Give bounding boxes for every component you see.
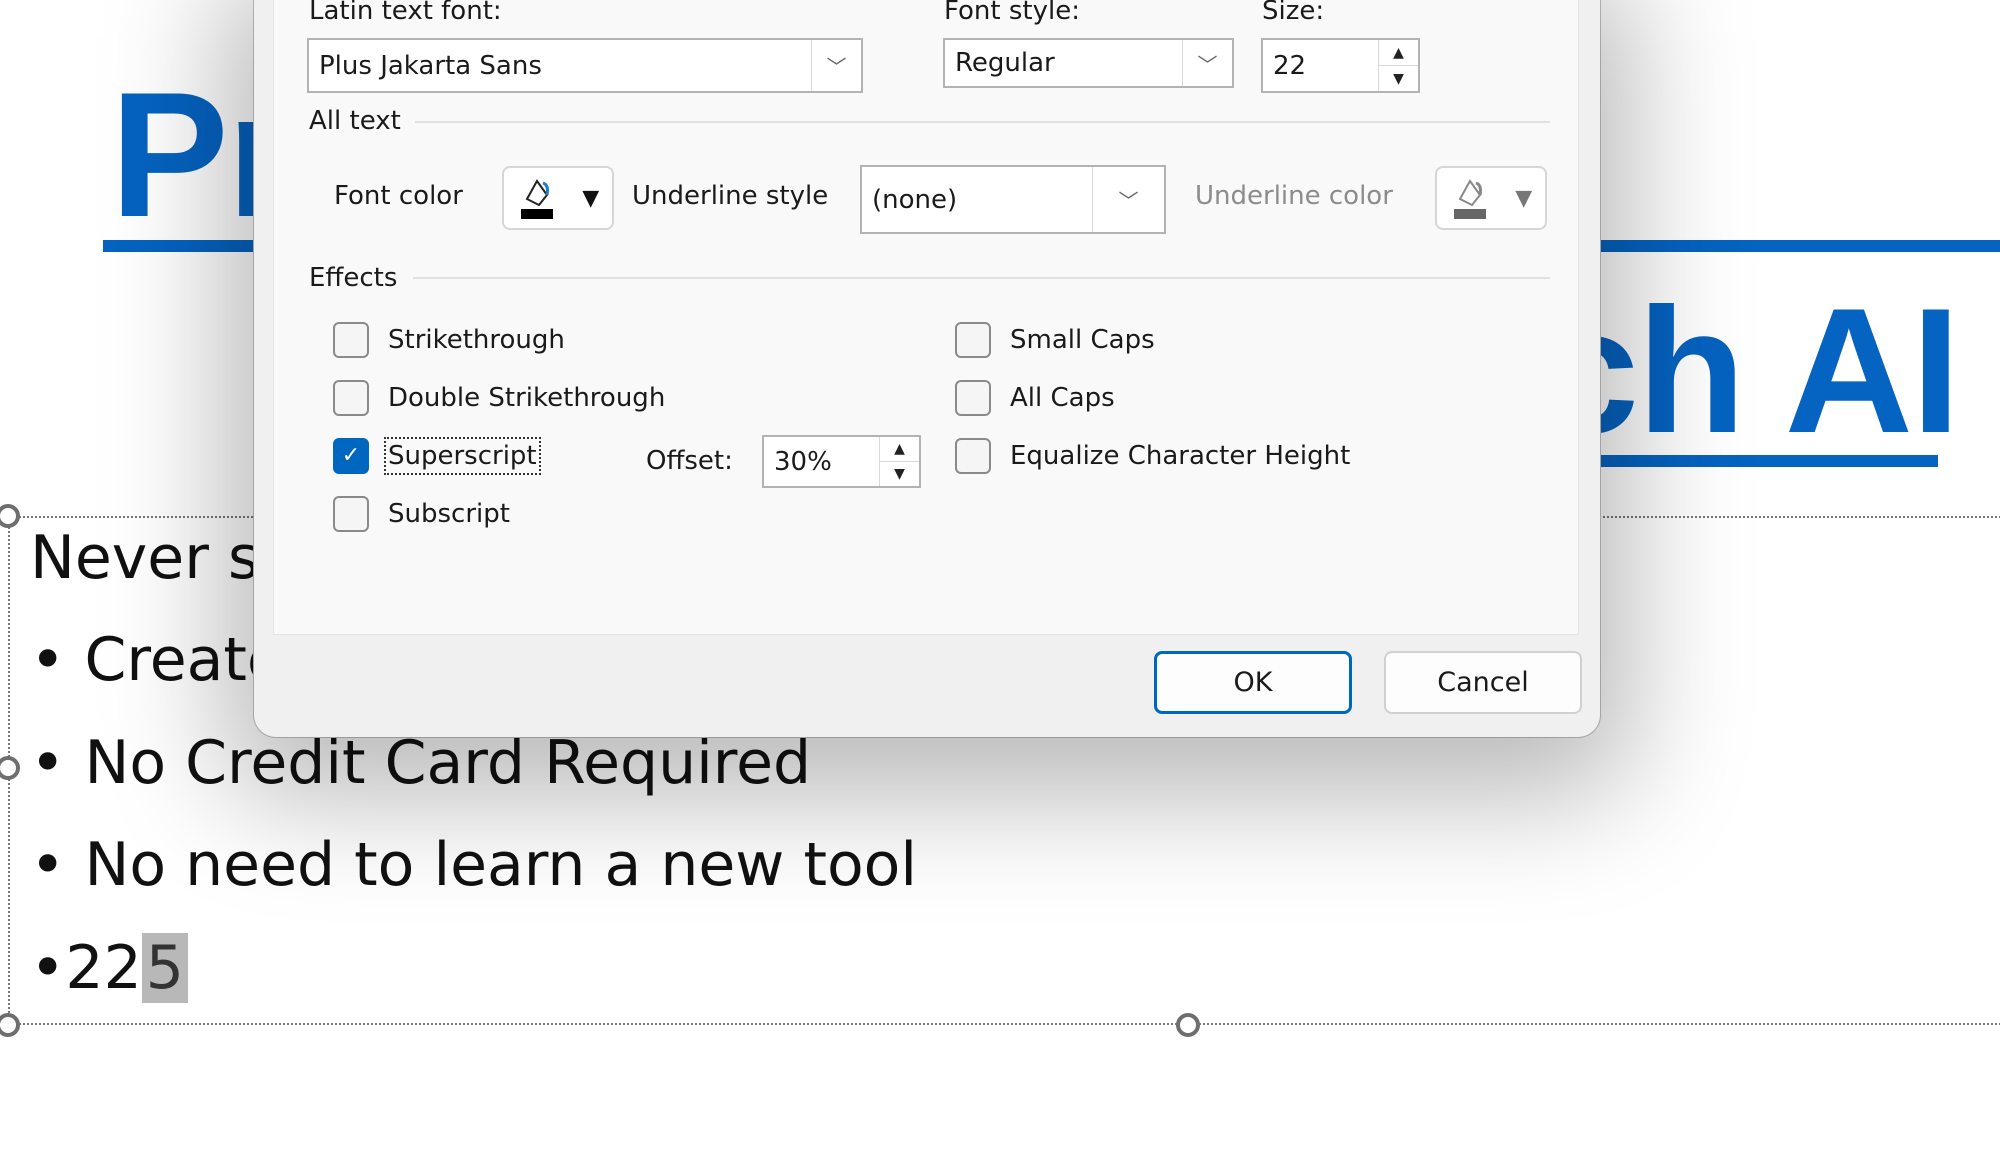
latin-font-value[interactable]: Plus Jakarta Sans <box>309 51 811 81</box>
subscript-label[interactable]: Subscript <box>388 499 510 529</box>
superscript-label[interactable]: Superscript <box>384 437 541 475</box>
chevron-down-icon[interactable]: ﹀ <box>811 40 861 91</box>
underline-color-button[interactable]: ▼ <box>1435 166 1547 230</box>
offset-label: Offset: <box>646 446 733 476</box>
spin-up-icon[interactable]: ▲ <box>1379 40 1418 66</box>
title-underline-2 <box>1590 455 1938 467</box>
body-line: Never st <box>30 523 283 593</box>
equalize-character-height-label[interactable]: Equalize Character Height <box>1010 441 1350 471</box>
all-text-heading: All text <box>309 106 401 136</box>
latin-font-combo[interactable]: Plus Jakarta Sans ﹀ <box>307 38 863 93</box>
dropdown-triangle-icon: ▼ <box>1515 185 1533 211</box>
paint-bucket-icon <box>520 179 553 219</box>
divider <box>413 277 1550 279</box>
strikethrough-label[interactable]: Strikethrough <box>388 325 565 355</box>
underline-style-value[interactable]: (none) <box>862 185 1092 215</box>
font-style-value[interactable]: Regular <box>945 48 1182 78</box>
resize-handle-bottom-left[interactable] <box>0 1013 20 1037</box>
body-line: • No need to learn a new tool <box>30 830 918 900</box>
double-strikethrough-checkbox[interactable] <box>333 380 369 416</box>
check-icon: ✓ <box>341 443 361 468</box>
latin-font-label: Latin text font: <box>309 0 502 26</box>
small-caps-label[interactable]: Small Caps <box>1010 325 1155 355</box>
subscript-checkbox[interactable] <box>333 496 369 532</box>
offset-spinner[interactable]: 30% ▲ ▼ <box>762 435 921 488</box>
size-value[interactable]: 22 <box>1263 51 1378 81</box>
superscript-checkbox[interactable]: ✓ <box>333 438 369 474</box>
font-tab-panel <box>273 0 1579 635</box>
ok-button[interactable]: OK <box>1154 651 1352 714</box>
paint-bucket-icon <box>1453 179 1486 219</box>
body-line-prefix: •22 <box>30 933 142 1003</box>
spin-down-icon[interactable]: ▼ <box>880 462 919 486</box>
size-spinner[interactable]: 22 ▲ ▼ <box>1261 38 1420 93</box>
chevron-down-icon[interactable]: ﹀ <box>1092 167 1164 232</box>
strikethrough-checkbox[interactable] <box>333 322 369 358</box>
underline-color-label: Underline color <box>1195 181 1393 211</box>
double-strikethrough-label[interactable]: Double Strikethrough <box>388 383 665 413</box>
resize-handle-bottom-middle[interactable] <box>1176 1013 1200 1037</box>
all-caps-checkbox[interactable] <box>955 380 991 416</box>
font-color-button[interactable]: ▼ <box>502 166 614 230</box>
body-line: • Create <box>30 625 284 695</box>
spin-down-icon[interactable]: ▼ <box>1379 66 1418 91</box>
divider <box>415 121 1550 123</box>
chevron-down-icon[interactable]: ﹀ <box>1182 40 1232 86</box>
font-style-combo[interactable]: Regular ﹀ <box>943 38 1234 88</box>
selected-text[interactable]: 5 <box>141 933 188 1003</box>
body-line: • No Credit Card Required <box>30 728 812 798</box>
all-caps-label[interactable]: All Caps <box>1010 383 1115 413</box>
cancel-button[interactable]: Cancel <box>1384 651 1582 714</box>
font-color-label: Font color <box>334 181 463 211</box>
size-label: Size: <box>1262 0 1325 26</box>
small-caps-checkbox[interactable] <box>955 322 991 358</box>
dropdown-triangle-icon: ▼ <box>582 185 600 211</box>
equalize-character-height-checkbox[interactable] <box>955 438 991 474</box>
underline-style-combo[interactable]: (none) ﹀ <box>860 165 1166 234</box>
underline-style-label: Underline style <box>632 181 829 211</box>
effects-heading: Effects <box>309 263 398 293</box>
body-line-last: •225 <box>30 933 188 1003</box>
spin-up-icon[interactable]: ▲ <box>880 437 919 462</box>
font-style-label: Font style: <box>944 0 1080 26</box>
offset-value[interactable]: 30% <box>764 447 879 477</box>
slide-title-line-2: ch AI <box>1540 271 1961 470</box>
